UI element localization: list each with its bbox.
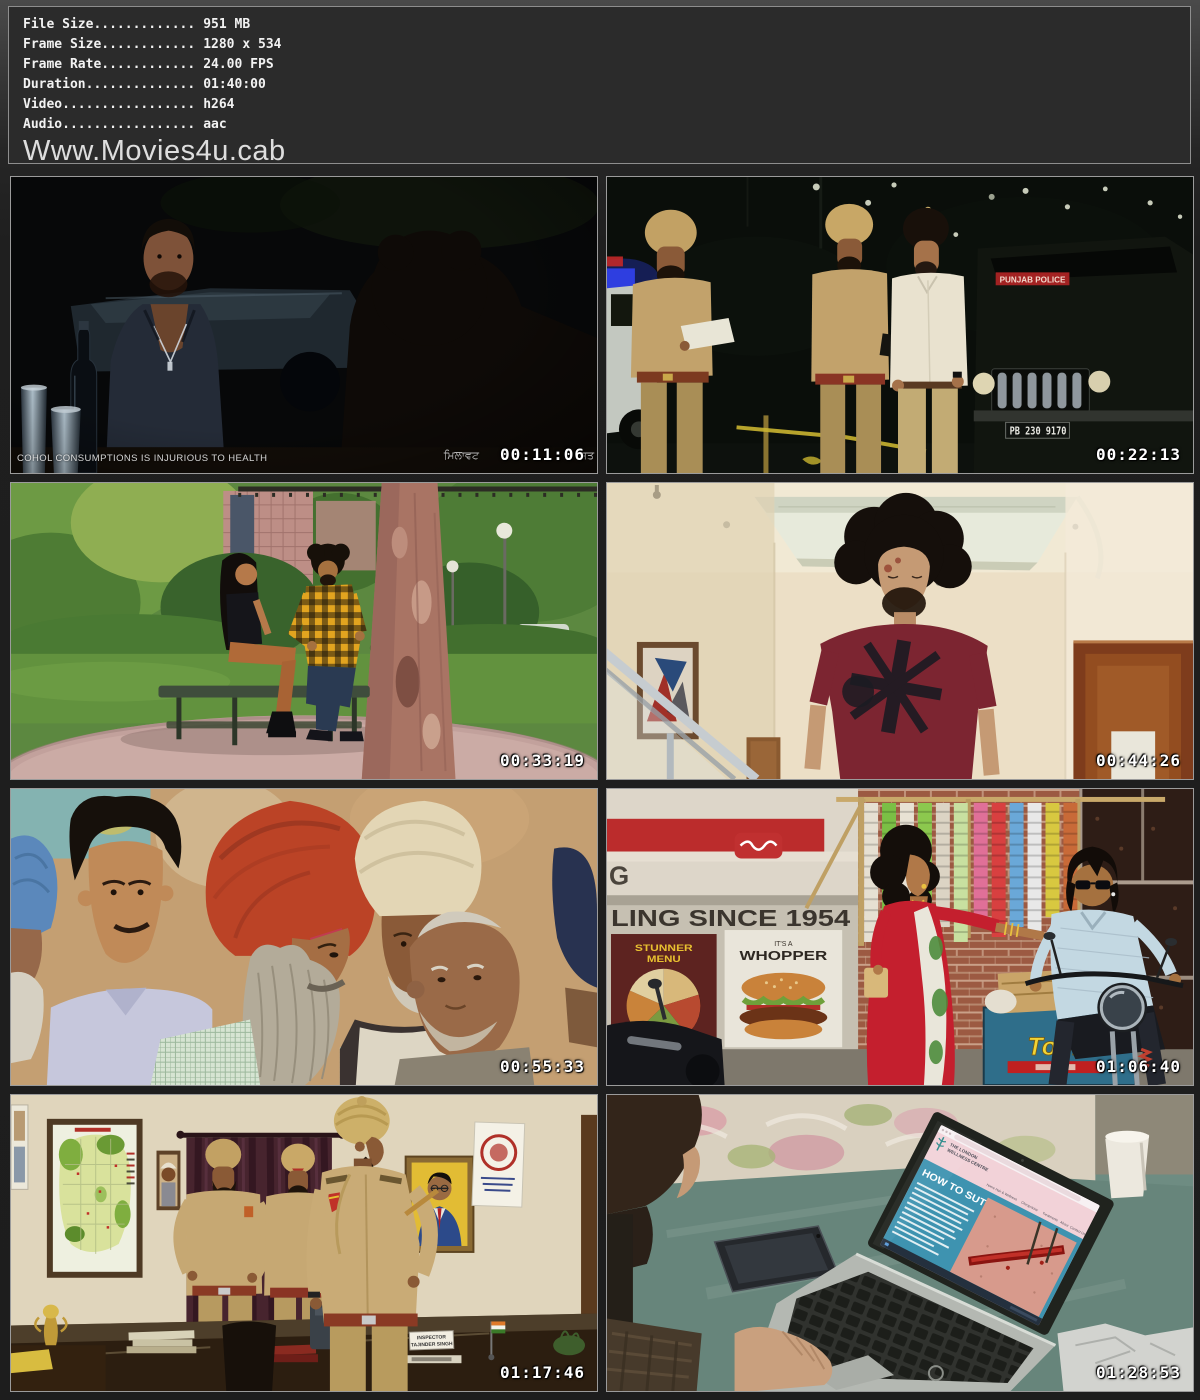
screenshot-thumbnail-1: COHOL CONSUMPTIONS IS INJURIOUS TO HEALT… <box>10 176 598 474</box>
timestamp-overlay: 00:33:19 <box>500 751 585 770</box>
police-night-scene: PUNJAB POLICE PB 230 9170 <box>607 177 1193 473</box>
menu-poster-text: MENU <box>647 954 681 964</box>
screenshot-thumbnail-8: THE LONDON WELLNESS CENTRE Home Hair & W… <box>606 1094 1194 1392</box>
info-row-frame-size: Frame Size............1280 x 534 <box>23 35 1190 55</box>
timestamp-overlay: 01:17:46 <box>500 1363 585 1382</box>
screenshot-thumbnail-4: 00:44:26 <box>606 482 1194 780</box>
screenshot-thumbnail-7: INSPECTOR TAJINDER SINGH <box>10 1094 598 1392</box>
punjab-police-banner-text: PUNJAB POLICE <box>1000 274 1066 284</box>
info-row-video: Video.................h264 <box>23 95 1190 115</box>
menu-poster-text: STUNNER <box>635 943 694 953</box>
screenshot-thumbnail-5: 00:55:33 <box>10 788 598 1086</box>
timestamp-overlay: 00:44:26 <box>1096 751 1181 770</box>
name-plate-text: INSPECTOR <box>417 1334 447 1341</box>
timestamp-overlay: 00:22:13 <box>1096 445 1181 464</box>
timestamp-overlay: 01:28:53 <box>1096 1363 1181 1382</box>
whopper-brand-text: WHOPPER <box>740 948 829 963</box>
laptop-scene: THE LONDON WELLNESS CENTRE Home Hair & W… <box>607 1095 1193 1391</box>
site-watermark: Www.Movies4u.cab <box>23 136 1190 166</box>
subtitle-fragment: ਮਿਲਾਵਟ <box>444 450 479 463</box>
screenshot-thumbnail-3: 00:33:19 <box>10 482 598 780</box>
screenshot-thumbnail-6: G LING SINCE 1954 STUNNER MENU IT'S A WH… <box>606 788 1194 1086</box>
timestamp-overlay: 00:11:06 <box>500 445 585 464</box>
health-warning-text: COHOL CONSUMPTIONS IS INJURIOUS TO HEALT… <box>17 453 267 464</box>
media-info-panel: File Size.............951 MB Frame Size.… <box>8 6 1191 164</box>
storefront-letter-text: G <box>609 862 629 890</box>
info-row-audio: Audio.................aac <box>23 115 1190 135</box>
india-flag-icon <box>491 1321 505 1325</box>
info-row-duration: Duration..............01:40:00 <box>23 75 1190 95</box>
bar-night-scene <box>11 177 597 473</box>
police-office-scene: INSPECTOR TAJINDER SINGH <box>11 1095 597 1391</box>
timestamp-overlay: 01:06:40 <box>1096 1057 1181 1076</box>
screenshot-gallery: COHOL CONSUMPTIONS IS INJURIOUS TO HEALT… <box>10 176 1194 1392</box>
license-plate-text: PB 230 9170 <box>1010 425 1067 437</box>
timestamp-overlay: 00:55:33 <box>500 1057 585 1076</box>
storefront-sign-text: LING SINCE 1954 <box>611 905 851 931</box>
info-row-frame-rate: Frame Rate............24.00 FPS <box>23 55 1190 75</box>
info-row-file-size: File Size.............951 MB <box>23 15 1190 35</box>
crowd-scene <box>11 789 597 1085</box>
street-market-scene: G LING SINCE 1954 STUNNER MENU IT'S A WH… <box>607 789 1193 1085</box>
screenshot-thumbnail-2: PUNJAB POLICE PB 230 9170 <box>606 176 1194 474</box>
park-bench-scene <box>11 483 597 779</box>
house-interior-scene <box>607 483 1193 779</box>
